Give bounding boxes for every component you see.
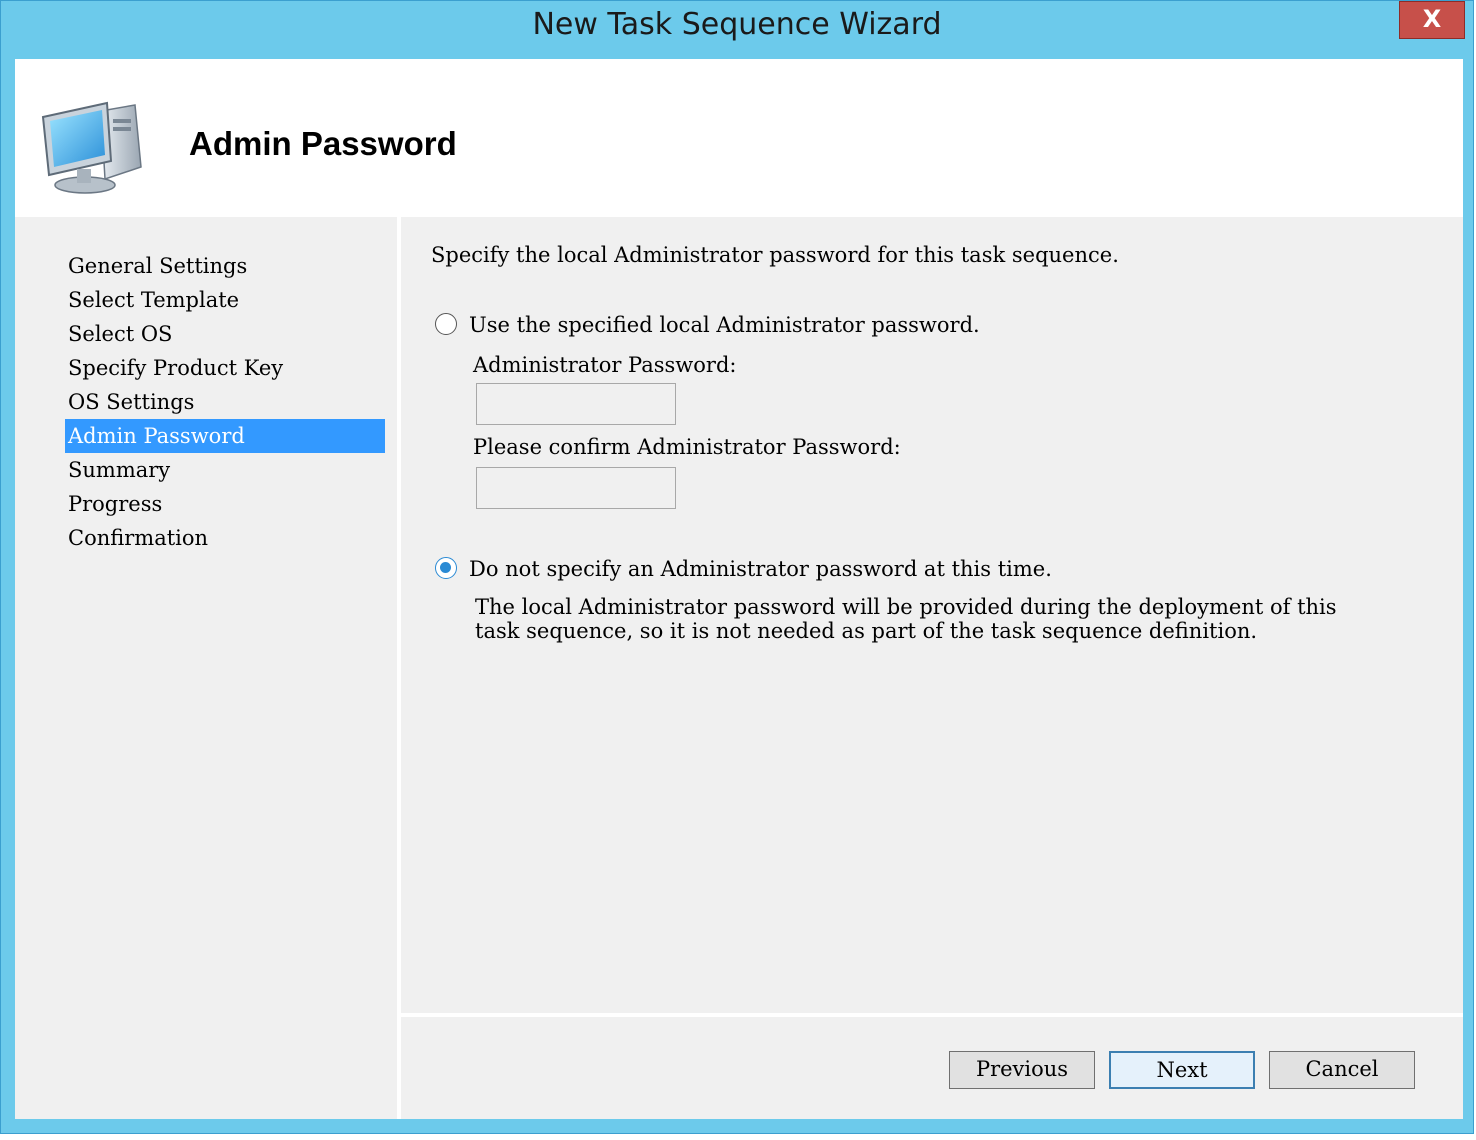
wizard-window: New Task Sequence Wizard X Admin Passwor…	[0, 0, 1474, 1134]
specify-password-radio[interactable]	[435, 313, 457, 335]
nav-item-summary[interactable]: Summary	[65, 453, 385, 487]
close-icon: X	[1422, 5, 1442, 33]
no-password-description-line1: The local Administrator password will be…	[475, 595, 1337, 619]
admin-password-label: Administrator Password:	[473, 353, 737, 377]
nav-item-confirmation[interactable]: Confirmation	[65, 521, 385, 555]
nav-item-specify-product-key[interactable]: Specify Product Key	[65, 351, 385, 385]
nav-item-progress[interactable]: Progress	[65, 487, 385, 521]
previous-button[interactable]: Previous	[949, 1051, 1095, 1089]
nav-item-general-settings[interactable]: General Settings	[65, 249, 385, 283]
no-password-description-line2: task sequence, so it is not needed as pa…	[475, 619, 1258, 643]
confirm-password-field[interactable]	[476, 467, 676, 509]
wizard-steps-nav: General Settings Select Template Select …	[15, 217, 397, 1119]
title-bar[interactable]: New Task Sequence Wizard X	[1, 1, 1473, 57]
no-password-label[interactable]: Do not specify an Administrator password…	[469, 557, 1052, 581]
nav-item-os-settings[interactable]: OS Settings	[65, 385, 385, 419]
no-password-radio[interactable]	[435, 557, 457, 579]
nav-item-select-template[interactable]: Select Template	[65, 283, 385, 317]
next-button[interactable]: Next	[1109, 1051, 1255, 1089]
page-title: Admin Password	[189, 125, 457, 162]
intro-text: Specify the local Administrator password…	[431, 243, 1119, 267]
close-button[interactable]: X	[1399, 1, 1465, 39]
confirm-password-label: Please confirm Administrator Password:	[473, 435, 901, 459]
horizontal-divider	[401, 1013, 1463, 1017]
admin-password-field[interactable]	[476, 383, 676, 425]
wizard-client-area: Admin Password General Settings Select T…	[15, 59, 1463, 1119]
window-title: New Task Sequence Wizard	[532, 7, 942, 42]
nav-item-admin-password[interactable]: Admin Password	[65, 419, 385, 453]
wizard-header: Admin Password	[15, 59, 1463, 217]
nav-item-select-os[interactable]: Select OS	[65, 317, 385, 351]
cancel-button[interactable]: Cancel	[1269, 1051, 1415, 1089]
wizard-content: Specify the local Administrator password…	[401, 217, 1463, 1013]
specify-password-label[interactable]: Use the specified local Administrator pa…	[469, 313, 980, 337]
computer-icon	[41, 101, 142, 194]
